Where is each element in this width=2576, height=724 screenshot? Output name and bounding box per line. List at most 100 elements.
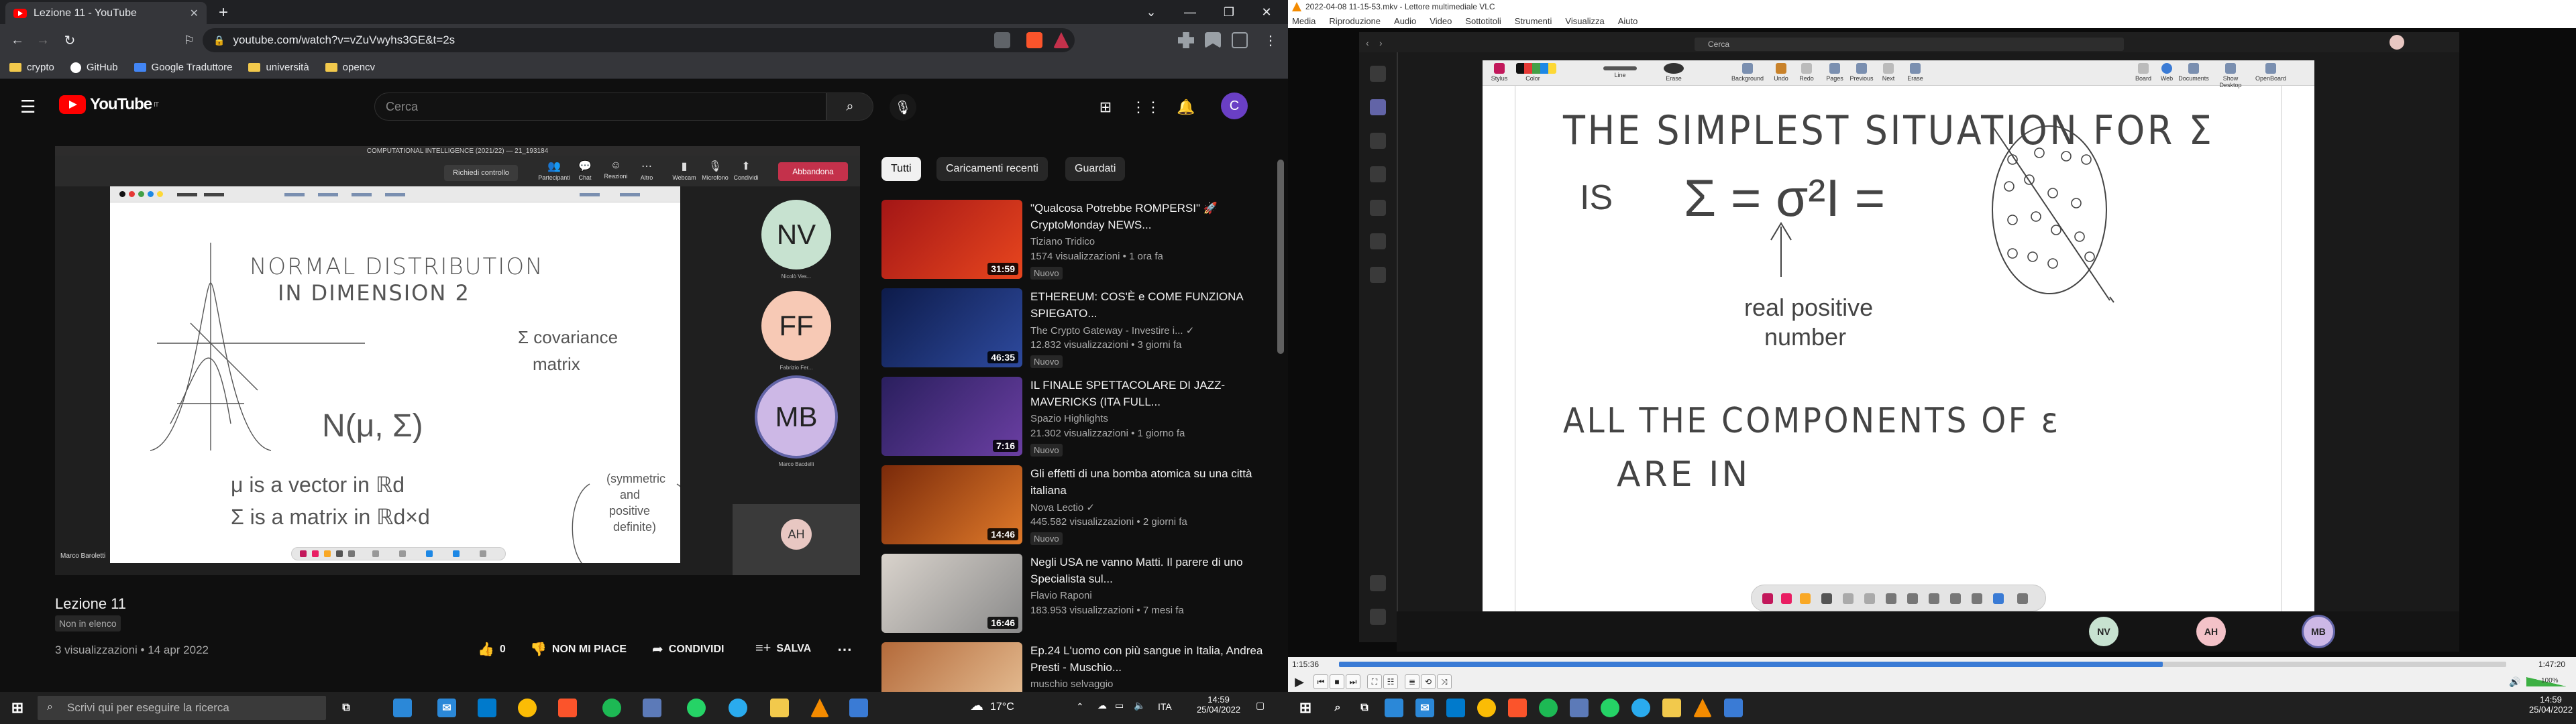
playlist-icon[interactable]: ≣ bbox=[1405, 674, 1419, 689]
app-icon-1[interactable] bbox=[393, 699, 412, 717]
recommendation-item[interactable]: 31:59 "Qualcosa Potrebbe ROMPERSI" 🚀 Cry… bbox=[881, 200, 1284, 284]
vlc-video-area[interactable]: ‹ › Cerca Stylus Color Line Erase Backgr… bbox=[1288, 28, 2576, 657]
mail-icon[interactable]: ✉ bbox=[1415, 699, 1434, 717]
tray-chevron-icon[interactable]: ⌃ bbox=[1076, 701, 1084, 713]
menu-video[interactable]: Video bbox=[1430, 16, 1452, 26]
more-actions-icon[interactable]: ⋯ bbox=[837, 641, 852, 658]
save-button[interactable]: ≡+ SALVA bbox=[755, 641, 811, 656]
speaker-icon[interactable]: 🔊 bbox=[2509, 676, 2520, 688]
telegram-icon[interactable] bbox=[1631, 699, 1650, 717]
forward-arrow-icon[interactable]: → bbox=[32, 29, 54, 51]
file-explorer-icon[interactable] bbox=[770, 699, 789, 717]
share-button[interactable]: ➦ CONDIVIDI bbox=[652, 641, 724, 658]
brave-shields-icon[interactable] bbox=[1026, 32, 1042, 48]
mail-icon[interactable]: ✉ bbox=[437, 699, 456, 717]
next-icon[interactable]: ⏭ bbox=[1346, 674, 1360, 689]
cloud-icon[interactable]: ☁ bbox=[1097, 700, 1107, 711]
apps-grid-icon[interactable]: ⋮⋮ bbox=[1131, 98, 1161, 117]
chrome-icon[interactable] bbox=[1477, 699, 1496, 717]
close-window-button[interactable]: ✕ bbox=[1249, 0, 1284, 24]
create-video-icon[interactable]: ⊞ bbox=[1096, 98, 1115, 117]
loop-icon[interactable]: ⟲ bbox=[1421, 674, 1436, 689]
telegram-icon[interactable] bbox=[729, 699, 747, 717]
spotify-icon[interactable] bbox=[1539, 699, 1558, 717]
new-tab-button[interactable]: + bbox=[213, 3, 233, 23]
back-arrow-icon[interactable]: ← bbox=[7, 29, 28, 51]
page-scrollbar[interactable] bbox=[1277, 160, 1284, 354]
menu-tools[interactable]: Strumenti bbox=[1515, 16, 1552, 26]
menu-media[interactable]: Media bbox=[1292, 16, 1316, 26]
menu-playback[interactable]: Riproduzione bbox=[1329, 16, 1381, 26]
tab-youtube[interactable]: Lezione 11 - YouTube ✕ bbox=[5, 2, 207, 24]
chrome-icon[interactable] bbox=[518, 699, 537, 717]
app-icon-2[interactable] bbox=[1724, 699, 1743, 717]
brave-icon[interactable] bbox=[1508, 699, 1527, 717]
bookmark-folder-opencv[interactable]: opencv bbox=[325, 62, 375, 73]
search-button[interactable]: ⌕ bbox=[826, 93, 873, 121]
notification-icon[interactable]: ▢ bbox=[1256, 700, 1265, 711]
extended-settings-icon[interactable]: ☷ bbox=[1383, 674, 1398, 689]
fullscreen-icon[interactable]: ⛶ bbox=[1367, 674, 1382, 689]
bookmark-google-translate[interactable]: Google Traduttore bbox=[133, 62, 232, 73]
file-explorer-icon[interactable] bbox=[1662, 699, 1681, 717]
taskbar-search[interactable]: ⌕ Scrivi qui per eseguire la ricerca bbox=[38, 696, 326, 720]
weather-temp[interactable]: 17°C bbox=[990, 701, 1014, 713]
vlc-icon[interactable] bbox=[1693, 699, 1712, 717]
menu-audio[interactable]: Audio bbox=[1394, 16, 1416, 26]
previous-icon[interactable]: ⏮ bbox=[1313, 674, 1328, 689]
task-view-icon[interactable]: ⧉ bbox=[337, 699, 356, 717]
app-icon-1[interactable] bbox=[1385, 699, 1403, 717]
recommendation-item[interactable]: 14:46 Gli effetti di una bomba atomica s… bbox=[881, 465, 1284, 550]
powershell-icon[interactable] bbox=[643, 699, 661, 717]
like-button[interactable]: 👍 0 bbox=[478, 641, 506, 658]
chip-watched[interactable]: Guardati bbox=[1065, 157, 1126, 181]
youtube-search-input[interactable]: Cerca bbox=[374, 93, 826, 121]
clock[interactable]: 14:59 25/04/2022 bbox=[1197, 695, 1240, 715]
voice-search-mic-icon[interactable]: 🎙 bbox=[890, 94, 916, 121]
windows-start-icon[interactable]: ⊞ bbox=[8, 699, 27, 717]
video-player[interactable]: COMPUTATIONAL INTELLIGENCE (2021/22) — 2… bbox=[55, 146, 860, 575]
chip-recent-uploads[interactable]: Caricamenti recenti bbox=[936, 157, 1048, 181]
task-view-icon[interactable]: ⧉ bbox=[1355, 699, 1374, 717]
menu-dots-icon[interactable]: ⋮ bbox=[1260, 29, 1281, 51]
windows-start-icon[interactable]: ⊞ bbox=[1296, 699, 1315, 717]
bookmark-github[interactable]: GitHub bbox=[70, 62, 118, 73]
recommendation-item[interactable]: 16:46 Negli USA ne vanno Matti. Il parer… bbox=[881, 554, 1284, 638]
menu-subtitles[interactable]: Sottotitoli bbox=[1465, 16, 1501, 26]
chip-all[interactable]: Tutti bbox=[881, 157, 921, 181]
powershell-icon[interactable] bbox=[1570, 699, 1589, 717]
hamburger-menu-icon[interactable]: ☰ bbox=[20, 97, 39, 117]
bookmark-folder-universita[interactable]: università bbox=[248, 62, 309, 73]
tab-search-icon[interactable]: ⌄ bbox=[1134, 0, 1169, 24]
shuffle-icon[interactable]: ⤨ bbox=[1437, 674, 1452, 689]
clock[interactable]: 14:59 25/04/2022 bbox=[2529, 695, 2573, 715]
reading-list-icon[interactable] bbox=[1205, 32, 1221, 48]
bookmark-icon[interactable]: ⚐ bbox=[178, 29, 200, 51]
recommendation-item[interactable]: 46:35 ETHEREUM: COS'È e COME FUNZIONA SP… bbox=[881, 288, 1284, 373]
address-bar[interactable]: 🔒 youtube.com/watch?v=vZuVwyhs3GE&t=2s bbox=[203, 28, 1075, 52]
menu-view[interactable]: Visualizza bbox=[1565, 16, 1604, 26]
vlc-icon[interactable] bbox=[810, 699, 829, 717]
youtube-logo[interactable]: YouTube IT bbox=[59, 95, 159, 114]
play-icon[interactable]: ▶ bbox=[1292, 674, 1307, 689]
weather-icon[interactable]: ☁ bbox=[970, 697, 983, 714]
whatsapp-icon[interactable] bbox=[1601, 699, 1619, 717]
language-indicator[interactable]: ITA bbox=[1158, 701, 1172, 712]
install-app-icon[interactable] bbox=[994, 32, 1010, 48]
whatsapp-icon[interactable] bbox=[687, 699, 706, 717]
reload-icon[interactable]: ↻ bbox=[59, 29, 80, 51]
battery-icon[interactable]: ▭ bbox=[1115, 700, 1124, 711]
stop-icon[interactable]: ■ bbox=[1330, 674, 1344, 689]
app-icon-2[interactable] bbox=[849, 699, 868, 717]
extensions-icon[interactable] bbox=[1178, 32, 1194, 48]
notifications-bell-icon[interactable]: 🔔 bbox=[1177, 98, 1195, 117]
spotify-icon[interactable] bbox=[602, 699, 621, 717]
bookmark-folder-crypto[interactable]: crypto bbox=[9, 62, 54, 73]
search-icon[interactable]: ⌕ bbox=[1328, 699, 1347, 717]
wallet-icon[interactable] bbox=[1232, 32, 1248, 48]
brave-icon[interactable] bbox=[558, 699, 577, 717]
maximize-button[interactable]: ❐ bbox=[1212, 0, 1246, 24]
seek-bar[interactable] bbox=[1339, 662, 2506, 667]
menu-help[interactable]: Aiuto bbox=[1618, 16, 1638, 26]
recommendation-item[interactable]: 7:16 IL FINALE SPETTACOLARE DI JAZZ-MAVE… bbox=[881, 377, 1284, 461]
